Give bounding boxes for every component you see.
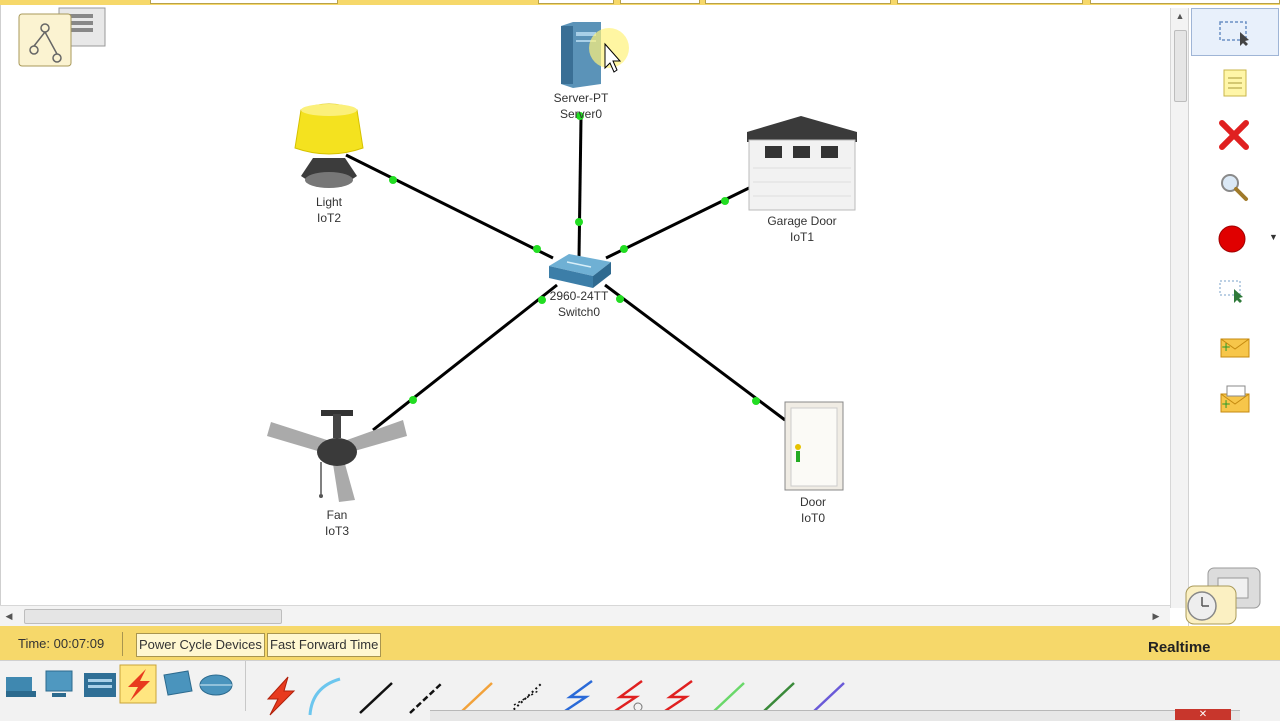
draw-ellipse-button[interactable]: ▼ xyxy=(1207,218,1278,260)
scroll-right-icon[interactable]: ▶ xyxy=(1150,609,1162,623)
simple-pdu-icon: + xyxy=(1220,338,1250,358)
switch-device-icon[interactable] xyxy=(549,254,611,288)
svg-text:+: + xyxy=(1221,340,1231,354)
dropdown-arrow-icon[interactable]: ▼ xyxy=(1269,232,1278,242)
toolbar-segment[interactable] xyxy=(1090,0,1280,4)
light-device-icon[interactable] xyxy=(294,103,364,188)
garage-label: Garage Door IoT1 xyxy=(752,213,852,245)
divider xyxy=(122,632,123,656)
close-icon[interactable]: ✕ xyxy=(1175,709,1231,720)
toolbar-segment[interactable] xyxy=(620,0,700,4)
scroll-left-icon[interactable]: ◀ xyxy=(3,609,15,623)
vertical-scroll-thumb[interactable] xyxy=(1174,30,1187,102)
device-type: Garage Door xyxy=(767,214,837,228)
popup-window-titlebar[interactable] xyxy=(430,710,1240,721)
miscellaneous-icon[interactable] xyxy=(163,670,193,696)
fast-forward-time-button[interactable]: Fast Forward Time xyxy=(267,633,382,657)
realtime-clock-widget[interactable] xyxy=(1172,566,1272,626)
automatic-connection-icon[interactable] xyxy=(266,676,296,716)
copper-straight-through-icon[interactable] xyxy=(359,682,393,714)
toolbar-segment[interactable] xyxy=(150,0,338,4)
device-type: 2960-24TT xyxy=(549,289,609,303)
toolbar-segment[interactable] xyxy=(538,0,614,4)
common-tools-bar: ▼ + + xyxy=(1188,8,1280,628)
server-label: Server-PT Server0 xyxy=(531,90,631,122)
phone-cable-icon[interactable] xyxy=(509,682,543,714)
copper-cross-over-icon[interactable] xyxy=(409,682,443,714)
inspect-icon xyxy=(1221,174,1248,201)
console-cable-icon[interactable] xyxy=(308,677,341,716)
power-cycle-devices-button[interactable]: Power Cycle Devices xyxy=(136,633,265,657)
device-name: IoT2 xyxy=(316,211,341,225)
time-display: Time: 00:07:09 xyxy=(18,636,105,651)
delete-icon xyxy=(1219,120,1249,150)
device-name: IoT0 xyxy=(800,511,825,525)
horizontal-scroll-thumb[interactable] xyxy=(24,609,282,624)
switch-label: 2960-24TT Switch0 xyxy=(529,288,629,320)
toolbar-segment[interactable] xyxy=(705,0,891,4)
device-type: Light xyxy=(315,195,343,209)
horizontal-scrollbar[interactable]: ◀ ▶ xyxy=(0,605,1170,626)
delete-button[interactable] xyxy=(1207,114,1261,156)
link-garage-switch[interactable] xyxy=(605,186,750,260)
fan-label: Fan IoT3 xyxy=(287,507,387,539)
connections-icon[interactable] xyxy=(119,664,157,704)
device-name: IoT3 xyxy=(324,524,349,538)
device-type: Door xyxy=(799,495,826,509)
serial-dte-icon[interactable] xyxy=(661,679,693,715)
device-name: Switch0 xyxy=(557,305,601,319)
note-icon xyxy=(1223,69,1247,97)
network-devices-icon[interactable] xyxy=(6,677,36,697)
serial-dce-icon[interactable] xyxy=(611,679,643,715)
vertical-scrollbar[interactable]: ▲ xyxy=(1170,8,1189,608)
realtime-mode-label[interactable]: Realtime xyxy=(1148,639,1211,656)
link-door-switch[interactable] xyxy=(604,283,786,422)
logical-workspace[interactable]: Server-PT Server0 Light IoT2 Garage Door… xyxy=(0,5,1173,605)
usb-cable-icon[interactable] xyxy=(811,682,845,714)
inspect-button[interactable] xyxy=(1207,166,1261,208)
fiber-icon[interactable] xyxy=(459,682,493,714)
link-server-switch[interactable] xyxy=(575,112,584,259)
multiuser-icon[interactable] xyxy=(199,674,233,696)
cluster-view-icon[interactable] xyxy=(18,7,106,67)
device-name: Server0 xyxy=(559,107,603,121)
add-complex-pdu-button[interactable]: + xyxy=(1207,378,1261,420)
iot-custom-cable-icon[interactable] xyxy=(761,682,795,714)
device-type: Server-PT xyxy=(553,91,609,105)
select-icon xyxy=(1219,21,1249,46)
device-categories xyxy=(0,661,246,711)
door-label: Door IoT0 xyxy=(763,494,863,526)
select-tool-button[interactable] xyxy=(1191,8,1279,56)
add-simple-pdu-button[interactable]: + xyxy=(1207,326,1261,368)
door-device-icon[interactable] xyxy=(784,401,844,491)
end-devices-icon[interactable] xyxy=(45,670,73,697)
device-name: IoT1 xyxy=(789,230,814,244)
resize-shape-button[interactable] xyxy=(1207,270,1261,312)
svg-text:+: + xyxy=(1221,397,1231,411)
toolbar-segment[interactable] xyxy=(897,0,1083,4)
simulation-status-bar: Time: 00:07:09 Power Cycle Devices Fast … xyxy=(0,626,1280,660)
garage-door-device-icon[interactable] xyxy=(747,116,857,211)
octal-cable-icon[interactable] xyxy=(711,682,745,714)
fan-device-icon[interactable] xyxy=(267,410,407,502)
coaxial-cable-icon[interactable] xyxy=(561,679,593,715)
complex-pdu-icon: + xyxy=(1220,385,1250,413)
device-type: Fan xyxy=(326,508,348,522)
draw-ellipse-icon xyxy=(1218,225,1246,253)
resize-icon xyxy=(1219,280,1243,303)
scroll-up-icon[interactable]: ▲ xyxy=(1174,10,1186,22)
light-label: Light IoT2 xyxy=(279,194,379,226)
place-note-button[interactable] xyxy=(1207,62,1261,104)
components-icon[interactable] xyxy=(84,673,116,697)
